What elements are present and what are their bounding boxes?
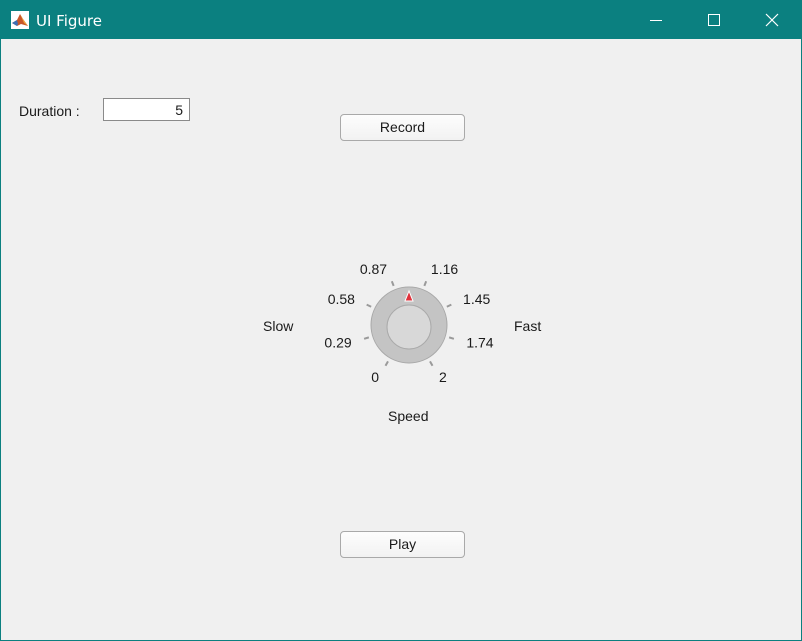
close-icon <box>765 13 779 27</box>
figure-content: Duration : 5 Record Slow Fast 0 0.29 0.58 0… <box>2 39 802 641</box>
play-button[interactable]: Play <box>340 531 465 558</box>
close-button[interactable] <box>743 1 801 39</box>
knob-tick <box>366 303 372 308</box>
window-title: UI Figure <box>36 12 102 30</box>
knob-tick-label: 0.87 <box>360 261 387 277</box>
knob-tick <box>390 280 395 287</box>
knob-tick-label: 0.29 <box>324 335 351 351</box>
knob-label: Speed <box>388 408 429 424</box>
slow-label: Slow <box>263 318 294 334</box>
knob-tick <box>423 280 428 287</box>
knob-tick <box>363 336 370 340</box>
ui-figure-window: UI Figure Duration : 5 Record Slow Fast … <box>0 0 802 641</box>
knob-tick-label: 0.58 <box>328 291 355 307</box>
speed-knob[interactable]: 0 0.29 0.58 0.87 1.16 1.45 1.74 2 <box>302 239 522 419</box>
title-bar[interactable]: UI Figure <box>1 1 801 39</box>
minimize-icon <box>650 20 662 21</box>
knob-tick <box>429 360 434 367</box>
matlab-logo-icon <box>11 11 29 29</box>
maximize-icon <box>708 14 720 26</box>
knob-tick-label: 1.45 <box>463 291 490 307</box>
knob-tick <box>448 336 455 340</box>
duration-label: Duration : <box>19 103 80 119</box>
minimize-button[interactable] <box>627 1 685 39</box>
knob-tick-label: 1.74 <box>466 335 493 351</box>
knob-tick <box>384 360 389 367</box>
knob-tick <box>446 303 452 308</box>
maximize-button[interactable] <box>685 1 743 39</box>
duration-field[interactable]: 5 <box>103 98 190 121</box>
record-button[interactable]: Record <box>340 114 465 141</box>
knob-cap <box>386 304 432 350</box>
knob-tick-label: 0 <box>371 369 379 385</box>
knob-tick-label: 2 <box>439 369 447 385</box>
knob-tick-label: 1.16 <box>431 261 458 277</box>
